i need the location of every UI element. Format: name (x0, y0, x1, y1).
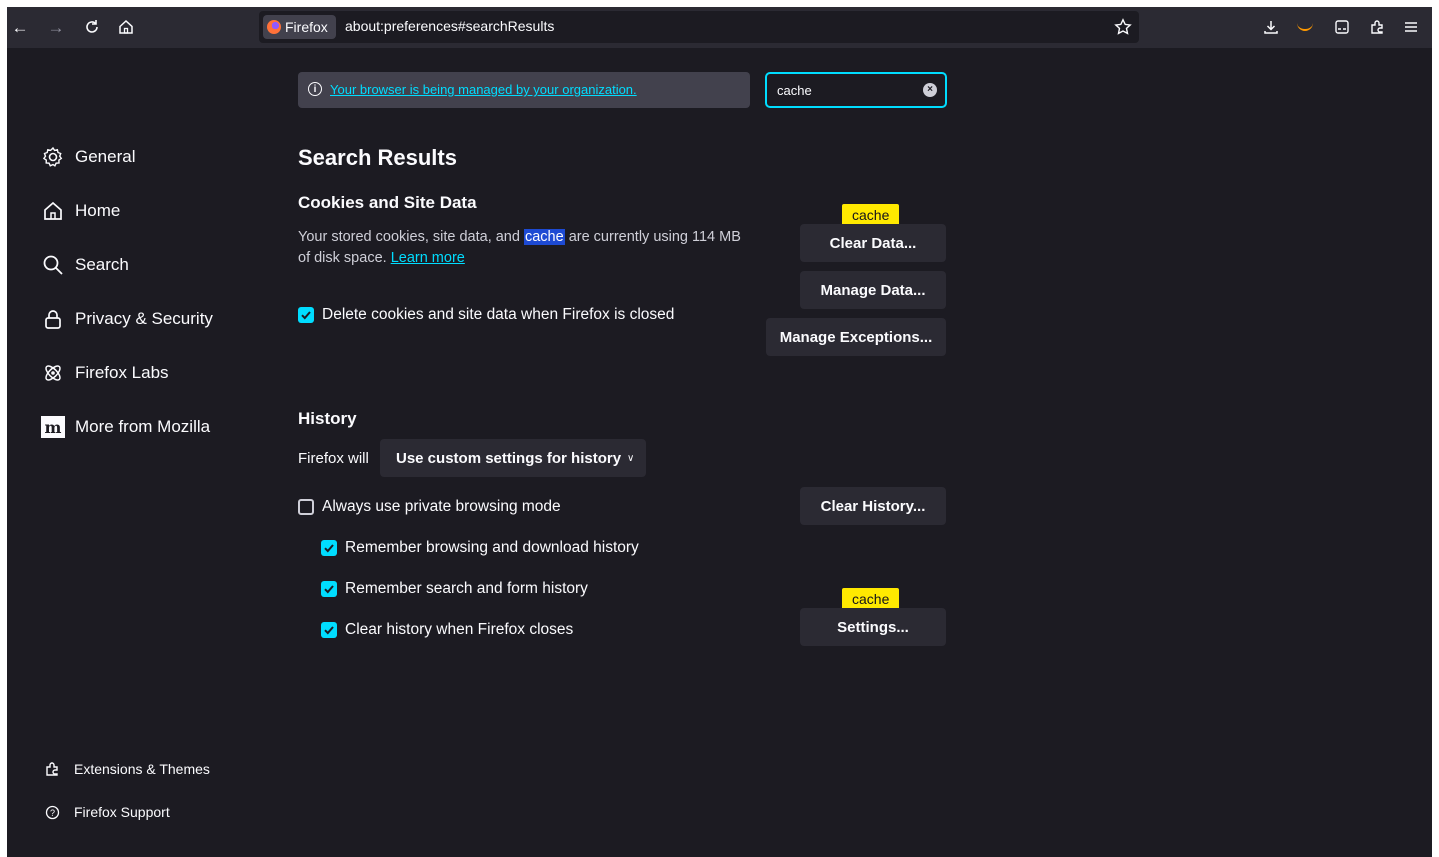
page-title: Search Results (298, 145, 457, 170)
remember-search-label: Remember search and form history (345, 580, 588, 597)
remember-search-checkbox[interactable] (321, 581, 337, 597)
svg-text:m: m (45, 418, 62, 437)
sidebar-item-home[interactable]: Home (41, 199, 120, 223)
url-bar[interactable]: Firefox about:preferences#searchResults (259, 11, 1139, 43)
clear-history-on-close-checkbox[interactable] (321, 622, 337, 638)
clear-history-button[interactable]: Clear History... (800, 487, 946, 525)
sidebar-item-label: More from Mozilla (75, 417, 211, 436)
sidebar-item-more-from-mozilla[interactable]: m More from Mozilla (41, 415, 210, 439)
remember-browsing-option[interactable]: Remember browsing and download history (321, 539, 639, 557)
sidebar-item-firefox-labs[interactable]: Firefox Labs (41, 361, 169, 385)
sidebar-item-general[interactable]: General (41, 145, 135, 169)
browser-window: ← → Firefox about:preferences#searchResu… (7, 7, 1432, 857)
search-tooltip-clear-data: cache (842, 204, 900, 232)
delete-cookies-label: Delete cookies and site data when Firefo… (322, 306, 675, 323)
url-text[interactable]: about:preferences#searchResults (345, 18, 554, 34)
sidebar-item-label: Search (75, 255, 129, 274)
manage-exceptions-button[interactable]: Manage Exceptions... (766, 318, 946, 356)
puzzle-icon (43, 760, 61, 778)
identity-badge[interactable]: Firefox (263, 15, 336, 39)
forward-icon[interactable]: → (44, 15, 68, 39)
amazon-icon[interactable] (1297, 23, 1313, 31)
info-icon: i (308, 82, 322, 96)
svg-text:?: ? (49, 808, 54, 818)
search-highlight: cache (523, 229, 565, 245)
firefox-support-link[interactable]: ? Firefox Support (43, 803, 170, 821)
lock-icon (41, 307, 65, 331)
delete-cookies-on-close-option[interactable]: Delete cookies and site data when Firefo… (298, 306, 674, 324)
cookies-desc-text: Your stored cookies, site data, and (298, 229, 524, 245)
firefox-will-label: Firefox will (298, 450, 369, 467)
home-icon[interactable] (114, 15, 138, 39)
sidebar-item-label: Firefox Labs (75, 363, 169, 382)
history-mode-value: Use custom settings for history (396, 449, 622, 467)
home-icon (41, 199, 65, 223)
history-mode-select[interactable]: Use custom settings for history ∨ (380, 439, 646, 477)
brand-label: Firefox (285, 19, 328, 35)
downloads-icon[interactable] (1259, 15, 1283, 39)
firefox-support-label: Firefox Support (74, 804, 170, 820)
gear-icon (41, 145, 65, 169)
extensions-icon[interactable] (1365, 15, 1389, 39)
bookmark-star-icon[interactable] (1111, 15, 1135, 39)
learn-more-link[interactable]: Learn more (391, 250, 465, 266)
extensions-themes-link[interactable]: Extensions & Themes (43, 760, 210, 778)
help-icon: ? (43, 803, 61, 821)
sidebar-item-label: Privacy & Security (75, 309, 213, 328)
private-browsing-option[interactable]: Always use private browsing mode (298, 498, 561, 516)
reload-icon[interactable] (80, 15, 104, 39)
mozilla-icon: m (41, 415, 65, 439)
sidebar-item-label: General (75, 147, 136, 166)
navigation-toolbar: ← → Firefox about:preferences#searchResu… (7, 7, 1432, 48)
sidebar-item-label: Home (75, 201, 121, 220)
cookies-heading: Cookies and Site Data (298, 193, 477, 212)
remember-search-option[interactable]: Remember search and form history (321, 580, 588, 598)
sidebar-item-privacy-security[interactable]: Privacy & Security (41, 307, 213, 331)
clear-history-on-close-label: Clear history when Firefox closes (345, 621, 574, 638)
remember-browsing-checkbox[interactable] (321, 540, 337, 556)
cookies-description: Your stored cookies, site data, and cach… (298, 227, 743, 269)
managed-notice: i Your browser is being managed by your … (298, 72, 750, 108)
remember-browsing-label: Remember browsing and download history (345, 539, 639, 556)
chevron-down-icon: ∨ (627, 452, 635, 464)
delete-cookies-checkbox[interactable] (298, 307, 314, 323)
clear-history-on-close-option[interactable]: Clear history when Firefox closes (321, 621, 573, 639)
firefox-logo-icon (267, 20, 281, 34)
sidebar-item-search[interactable]: Search (41, 253, 129, 277)
search-tooltip-settings: cache (842, 588, 900, 616)
clear-search-icon[interactable]: × (923, 83, 937, 97)
clear-data-button[interactable]: Clear Data... (800, 224, 946, 262)
manage-data-button[interactable]: Manage Data... (800, 271, 946, 309)
extensions-themes-label: Extensions & Themes (74, 761, 210, 777)
history-heading: History (298, 409, 357, 428)
private-browsing-checkbox[interactable] (298, 499, 314, 515)
managed-notice-link[interactable]: Your browser is being managed by your or… (330, 82, 637, 97)
private-browsing-label: Always use private browsing mode (322, 498, 561, 515)
back-icon[interactable]: ← (8, 15, 32, 39)
search-icon (41, 253, 65, 277)
atom-icon (41, 361, 65, 385)
search-value[interactable]: cache (777, 83, 812, 98)
history-settings-button[interactable]: Settings... (800, 608, 946, 646)
reader-icon[interactable] (1330, 15, 1354, 39)
preferences-search-input[interactable]: cache × (765, 72, 947, 108)
menu-icon[interactable] (1399, 15, 1423, 39)
